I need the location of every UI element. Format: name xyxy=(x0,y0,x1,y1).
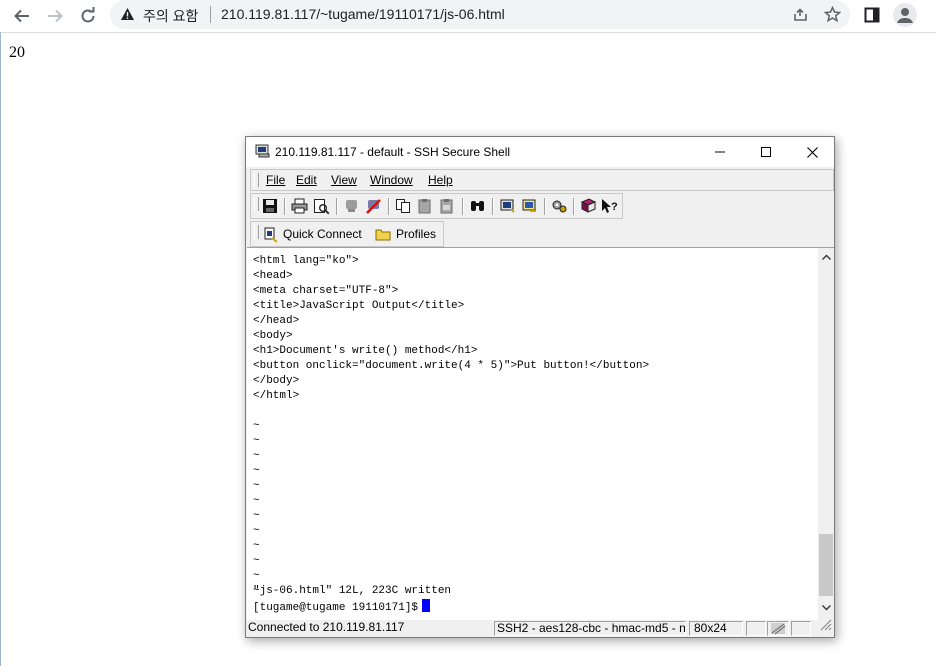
address-bar[interactable]: 주의 요함 210.119.81.117/~tugame/19110171/js… xyxy=(110,0,850,29)
toolbar-grip[interactable] xyxy=(254,197,259,211)
back-icon[interactable] xyxy=(9,3,35,29)
terminal-area[interactable]: <html lang="ko"> <head> <meta charset="U… xyxy=(247,247,818,620)
terminal-line: </head> xyxy=(253,315,300,327)
share-icon[interactable] xyxy=(792,6,809,28)
connection-status: Connected to 210.119.81.117 xyxy=(248,621,405,634)
menu-edit[interactable]: Edit xyxy=(296,173,317,187)
main-toolbar: ? xyxy=(250,193,623,219)
terminal-line: ~ xyxy=(253,435,260,447)
ssh-window-title: 210.119.81.117 - default - SSH Secure Sh… xyxy=(275,145,511,159)
omnibox-divider xyxy=(210,6,211,23)
menu-file[interactable]: File xyxy=(266,173,285,187)
terminal-scrollbar[interactable] xyxy=(818,247,834,620)
forward-icon[interactable] xyxy=(42,3,68,29)
encryption-icon xyxy=(771,623,786,635)
quick-connect-disabled-icon[interactable] xyxy=(343,198,361,216)
menu-view[interactable]: View xyxy=(331,173,357,187)
status-cell-empty xyxy=(746,621,766,636)
terminal-line: ~ xyxy=(253,465,260,477)
toolbar-separator xyxy=(573,198,575,215)
terminal-size-status: 80x24 xyxy=(689,621,743,636)
terminal-line: ~ xyxy=(253,540,260,552)
star-icon[interactable] xyxy=(823,5,842,28)
terminal-line: <html lang="ko"> xyxy=(253,255,359,267)
reload-icon[interactable] xyxy=(75,3,101,29)
copy-icon[interactable] xyxy=(395,198,413,216)
ssh-window: 210.119.81.117 - default - SSH Secure Sh… xyxy=(245,136,835,638)
terminal-line: ~ xyxy=(253,420,260,432)
toolbar-separator xyxy=(492,198,494,215)
scroll-down-icon[interactable] xyxy=(818,600,834,616)
terminal-line: ~ xyxy=(253,450,260,462)
toolbar-separator xyxy=(284,198,286,215)
new-file-transfer-icon[interactable] xyxy=(521,198,539,216)
cipher-status: SSH2 - aes128-cbc - hmac-md5 - n xyxy=(494,621,686,636)
folder-icon[interactable] xyxy=(375,228,391,246)
page-output-text: 20 xyxy=(9,44,25,61)
vim-status-line: "js-06.html" 12L, 223C written xyxy=(253,585,452,597)
shell-prompt: [tugame@tugame 19110171]$ xyxy=(253,602,419,614)
menu-help[interactable]: Help xyxy=(428,173,453,187)
menu-bar: File Edit View Window Help xyxy=(250,169,834,191)
lock-status-cell xyxy=(767,621,789,636)
print-preview-icon[interactable] xyxy=(313,198,331,216)
terminal-line: <h1>Document's write() method</h1> xyxy=(253,345,478,357)
quick-connect-icon[interactable] xyxy=(263,226,279,248)
side-panel-icon[interactable] xyxy=(864,7,880,28)
maximize-button[interactable] xyxy=(743,137,789,167)
url-text[interactable]: 210.119.81.117/~tugame/19110171/js-06.ht… xyxy=(221,6,505,22)
paste-clipboard-icon[interactable] xyxy=(439,198,457,216)
terminal-line: <head> xyxy=(253,270,293,282)
terminal-line: <body> xyxy=(253,330,293,342)
print-icon[interactable] xyxy=(291,198,309,216)
help-book-icon[interactable] xyxy=(580,198,598,216)
profile-icon[interactable] xyxy=(893,3,917,27)
toolbar-separator xyxy=(462,198,464,215)
paste-icon[interactable] xyxy=(417,198,435,216)
toolbar-separator xyxy=(336,198,338,215)
browser-toolbar: 주의 요함 210.119.81.117/~tugame/19110171/js… xyxy=(0,0,936,33)
terminal-line: <button onclick="document.write(4 * 5)">… xyxy=(253,360,650,372)
terminal-line: ~ xyxy=(253,555,260,567)
menu-grip[interactable] xyxy=(254,173,259,187)
terminal-line: ~ xyxy=(253,570,260,582)
terminal-line: ~ xyxy=(253,510,260,522)
ssh-app-icon xyxy=(255,144,271,163)
settings-icon[interactable] xyxy=(551,198,569,216)
minimize-button[interactable] xyxy=(697,137,743,167)
terminal-bottom-lines: "js-06.html" 12L, 223C written [tugame@t… xyxy=(253,584,451,616)
context-help-icon[interactable]: ? xyxy=(601,198,619,216)
new-terminal-icon[interactable] xyxy=(499,198,517,216)
terminal-line: ~ xyxy=(253,480,260,492)
terminal-cursor xyxy=(422,599,431,612)
status-cell-empty xyxy=(791,621,811,636)
resize-grip-icon[interactable] xyxy=(819,618,832,636)
find-icon[interactable] xyxy=(469,198,487,216)
toolbar-separator xyxy=(388,198,390,215)
toolbar-separator xyxy=(544,198,546,215)
profiles-button[interactable]: Profiles xyxy=(396,227,436,241)
disconnect-icon[interactable] xyxy=(365,198,383,216)
terminal-line: ~ xyxy=(253,495,260,507)
svg-text:?: ? xyxy=(611,201,618,213)
warning-icon[interactable] xyxy=(120,7,135,26)
terminal-line: <meta charset="UTF-8"> xyxy=(253,285,399,297)
scroll-up-icon[interactable] xyxy=(818,250,834,264)
terminal-text: <html lang="ko"> <head> <meta charset="U… xyxy=(253,254,649,599)
quick-connect-button[interactable]: Quick Connect xyxy=(283,227,362,241)
terminal-line: </body> xyxy=(253,375,300,387)
terminal-line: ~ xyxy=(253,525,260,537)
terminal-line: <title>JavaScript Output</title> xyxy=(253,300,465,312)
status-bar: Connected to 210.119.81.117 SSH2 - aes12… xyxy=(246,618,834,637)
security-label[interactable]: 주의 요함 xyxy=(143,6,198,26)
quickbar-grip[interactable] xyxy=(254,225,259,239)
terminal-line: </html> xyxy=(253,390,300,402)
menu-window[interactable]: Window xyxy=(370,173,413,187)
close-button[interactable] xyxy=(789,137,835,167)
ssh-title-bar[interactable]: 210.119.81.117 - default - SSH Secure Sh… xyxy=(246,137,834,167)
save-icon[interactable] xyxy=(262,198,280,216)
quick-connect-bar: Quick Connect Profiles xyxy=(250,221,444,247)
scroll-thumb[interactable] xyxy=(819,534,833,596)
window-edge xyxy=(0,32,1,666)
